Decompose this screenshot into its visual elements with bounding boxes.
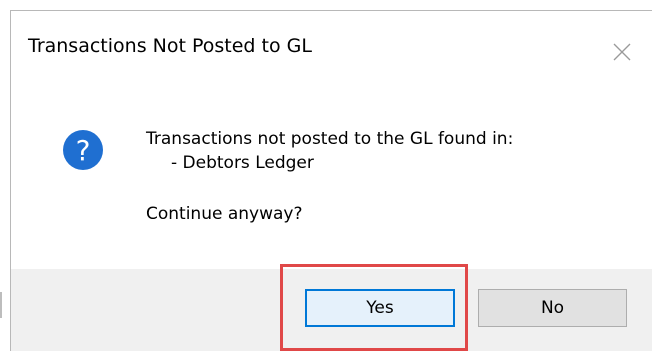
dialog-content: ? Transactions not posted to the GL foun… xyxy=(11,73,652,269)
message-line-2: - Debtors Ledger xyxy=(171,153,314,173)
message-dialog: Transactions Not Posted to GL ? Transact… xyxy=(10,10,652,351)
background-window-edge xyxy=(0,292,2,318)
dialog-button-bar: Yes No xyxy=(11,269,652,351)
message-question: Continue anyway? xyxy=(146,204,303,224)
close-icon[interactable] xyxy=(611,41,633,63)
dialog-titlebar[interactable]: Transactions Not Posted to GL xyxy=(11,11,652,73)
no-button[interactable]: No xyxy=(478,289,627,327)
yes-button[interactable]: Yes xyxy=(305,289,455,327)
message-line-1: Transactions not posted to the GL found … xyxy=(146,129,514,149)
screenshot-page: Transactions Not Posted to GL ? Transact… xyxy=(0,0,652,351)
svg-text:?: ? xyxy=(76,134,91,167)
background-strip xyxy=(0,0,652,10)
dialog-title: Transactions Not Posted to GL xyxy=(28,35,312,57)
question-icon: ? xyxy=(62,129,104,171)
